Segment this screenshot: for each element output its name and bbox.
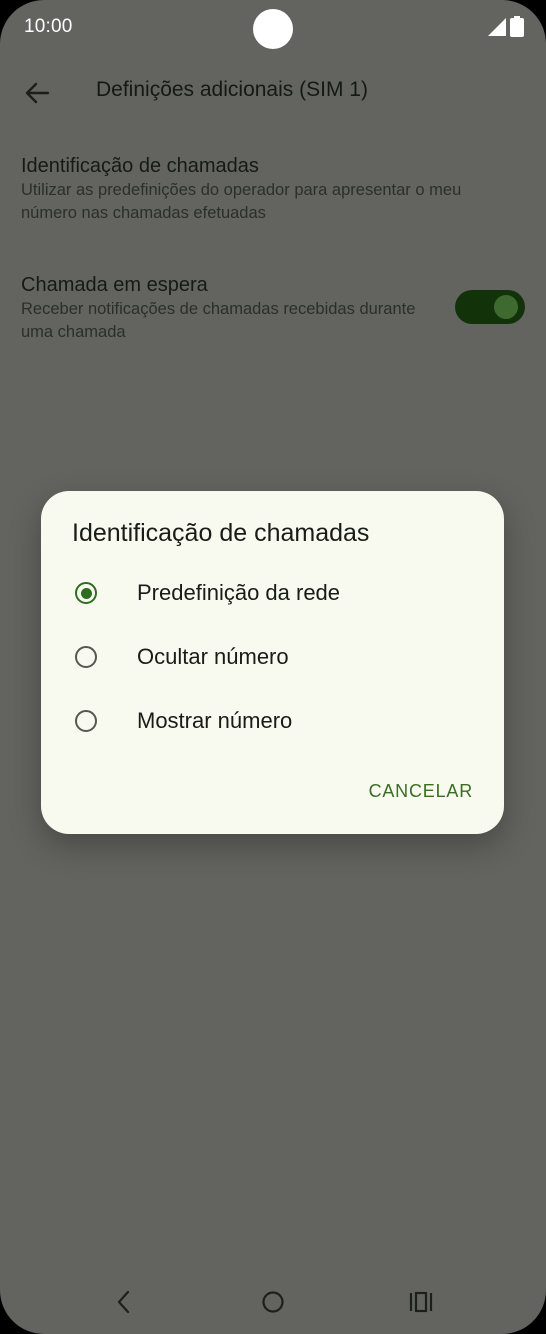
option-show-number[interactable]: Mostrar número [75,696,475,746]
back-arrow-icon[interactable] [24,80,50,106]
cancel-button[interactable]: CANCELAR [369,781,473,802]
camera-cutout [253,9,293,49]
option-network-default[interactable]: Predefinição da rede [75,568,475,618]
page-title: Definições adicionais (SIM 1) [96,78,368,101]
caller-id-dialog: Identificação de chamadas Predefinição d… [41,491,504,834]
option-label: Ocultar número [137,644,289,669]
dialog-title: Identificação de chamadas [72,519,370,547]
setting-title: Identificação de chamadas [21,155,259,177]
radio-button[interactable] [75,646,97,668]
phone-screen: 10:00 Definições adicionais (SIM 1) Iden… [0,0,546,1334]
radio-button-selected[interactable] [75,582,97,604]
option-label: Mostrar número [137,708,293,733]
call-waiting-toggle[interactable] [455,290,525,324]
nav-back-icon[interactable] [112,1288,136,1316]
setting-call-waiting[interactable]: Chamada em espera Receber notificações d… [21,272,431,344]
setting-subtitle: Utilizar as predefinições do operador pa… [21,181,462,222]
status-time: 10:00 [24,16,73,37]
nav-recents-icon[interactable] [408,1290,434,1314]
toggle-knob [494,295,518,319]
nav-home-icon[interactable] [261,1290,285,1314]
setting-subtitle: Receber notificações de chamadas recebid… [21,300,416,341]
setting-title: Chamada em espera [21,274,208,296]
radio-button[interactable] [75,710,97,732]
setting-caller-id[interactable]: Identificação de chamadas Utilizar as pr… [21,153,521,225]
battery-icon [510,16,524,37]
signal-icon [488,18,506,36]
option-label: Predefinição da rede [137,580,341,605]
option-hide-number[interactable]: Ocultar número [75,632,475,682]
